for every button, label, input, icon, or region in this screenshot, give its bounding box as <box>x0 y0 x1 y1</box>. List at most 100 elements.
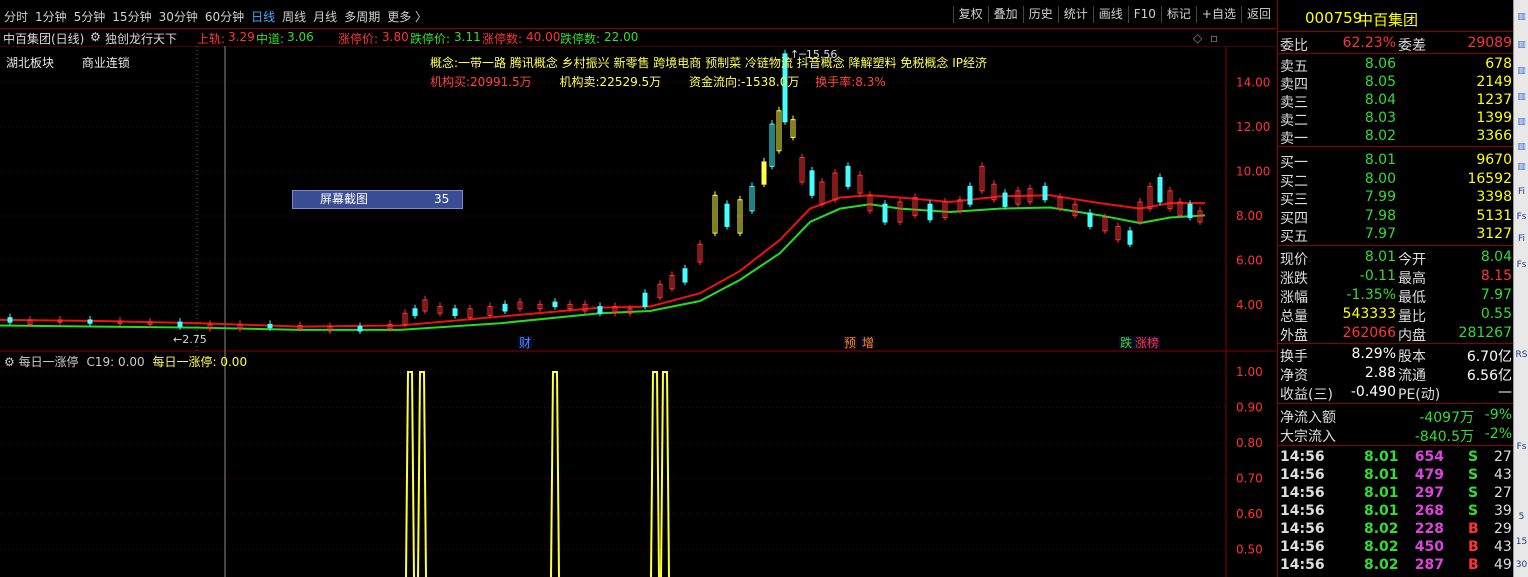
flow-label: 净流入额 <box>1280 410 1336 426</box>
weicha-value: 29089 <box>1467 35 1512 51</box>
event-marker-label: 预 <box>844 336 856 350</box>
ask-row[interactable]: 卖一 8.02 3366 <box>1278 127 1514 147</box>
fundamental-row: 净资 2.88 流通 6.56亿 <box>1278 364 1514 384</box>
tool-button[interactable]: 复权 <box>952 6 988 23</box>
chart-tool-icon[interactable]: ▥ <box>1515 115 1528 129</box>
tool-button[interactable]: 叠加 <box>987 6 1023 23</box>
limitup-signal-bar <box>417 371 427 577</box>
chart-tool-icon[interactable]: ▥ <box>1515 90 1528 104</box>
indicator-name[interactable]: 独创龙行天下 <box>105 30 177 47</box>
period-tab[interactable]: 5分钟 <box>74 8 106 25</box>
flow-label: 大宗流入 <box>1280 429 1336 445</box>
screenshot-overlay[interactable]: 屏幕截图 35 <box>292 190 463 209</box>
candle-body <box>87 319 93 324</box>
sidebar-tool-icon[interactable]: 15 <box>1515 535 1528 549</box>
limitdown-count-label: 跌停数: <box>560 32 601 46</box>
tool-button[interactable]: 历史 <box>1022 6 1058 23</box>
chart-tool-icon[interactable]: ▥ <box>1515 160 1528 174</box>
tick-volume: 297 <box>1414 485 1444 501</box>
sidebar-tool-icon[interactable]: 30 <box>1515 558 1528 572</box>
tick-time: 14:56 <box>1280 521 1325 537</box>
chart-tool-icon[interactable]: ▥ <box>1515 38 1528 52</box>
period-tab[interactable]: 周线 <box>282 8 306 25</box>
fundamental-row: 换手 8.29% 股本 6.70亿 <box>1278 345 1514 365</box>
tick-side: B <box>1468 539 1479 555</box>
gear-icon[interactable]: ⚙ <box>90 30 101 44</box>
flow-percent: -9% <box>1484 407 1512 423</box>
sidebar-tool-icon[interactable]: Fi <box>1515 185 1528 199</box>
stat-value: -1.35% <box>1346 287 1396 303</box>
period-tab[interactable]: 更多 〉 <box>387 8 427 25</box>
kline-chart: 14.00 12.00 10.00 8.00 6.00 4.00 1.00 0.90 0.80 0… <box>0 46 1276 577</box>
tool-button[interactable]: F10 <box>1127 6 1161 23</box>
ask-volume: 2149 <box>1476 74 1512 90</box>
gear-icon[interactable]: ⚙ <box>4 355 15 369</box>
candle-body <box>7 317 13 323</box>
quote-panel: 000759 中百集团 委比 62.23% 委差 29089 卖五 8.06 678 卖四 8.… <box>1277 0 1514 577</box>
period-tab[interactable]: 60分钟 <box>205 8 244 25</box>
period-tab[interactable]: 分时 <box>4 8 28 25</box>
industry-tag[interactable]: 商业连锁 <box>82 56 130 70</box>
bid-row[interactable]: 买二 8.00 16592 <box>1278 170 1514 190</box>
sidebar-tool-icon[interactable]: Fs <box>1515 258 1528 272</box>
app-root: 分时 1分钟 5分钟 15分钟 30分钟 60分钟 日线 周线 月线 多周期 更多 〉 复权 叠加 历史… <box>0 0 1528 577</box>
stock-title: 中百集团(日线) <box>3 32 85 46</box>
bid-row[interactable]: 买五 7.97 3127 <box>1278 225 1514 245</box>
sidebar-tool-icon[interactable]: 5 <box>1515 510 1528 524</box>
period-tab[interactable]: 15分钟 <box>112 8 151 25</box>
tick-price: 8.02 <box>1364 539 1399 555</box>
window-icon[interactable]: ▫ <box>1210 31 1218 45</box>
sub-axis-tick: 0.50 <box>1236 543 1263 557</box>
limitup-count-label: 涨停数: <box>482 32 523 46</box>
capital-flow-row: 大宗流入 -840.5万 -2% <box>1278 425 1514 445</box>
ask-volume: 1399 <box>1476 110 1512 126</box>
region-tag[interactable]: 湖北板块 <box>6 56 54 70</box>
fundamental-row: 收益(三) -0.490 PE(动) — <box>1278 383 1514 403</box>
ask-row[interactable]: 卖四 8.05 2149 <box>1278 73 1514 93</box>
stat-row: 现价 8.01 今开 8.04 <box>1278 248 1514 268</box>
ask-row[interactable]: 卖三 8.04 1237 <box>1278 91 1514 111</box>
tick-count: 43 <box>1494 539 1512 555</box>
stat-value: 7.97 <box>1480 287 1512 303</box>
tick-price: 8.01 <box>1364 485 1399 501</box>
turnover-rate: 换手率:8.3% <box>815 75 886 89</box>
bid-price: 7.99 <box>1364 189 1396 205</box>
chart-tool-icon[interactable]: ▥ <box>1515 140 1528 154</box>
sidebar-tool-icon[interactable]: RS <box>1515 348 1528 362</box>
ask-row[interactable]: 卖二 8.03 1399 <box>1278 109 1514 129</box>
period-tab[interactable]: 月线 <box>313 8 337 25</box>
bid-row[interactable]: 买四 7.98 5131 <box>1278 207 1514 227</box>
tool-button[interactable]: 标记 <box>1160 6 1196 23</box>
stat-value: 0.55 <box>1480 306 1512 322</box>
chart-tool-icon[interactable]: ▥ <box>1515 10 1528 24</box>
period-tab[interactable]: 30分钟 <box>159 8 198 25</box>
bid-row[interactable]: 买三 7.99 3398 <box>1278 188 1514 208</box>
sidebar-tool-icon[interactable]: Fs <box>1515 210 1528 224</box>
tick-volume: 654 <box>1414 449 1444 465</box>
tool-button[interactable]: 返回 <box>1240 6 1276 23</box>
sidebar-tool-icon[interactable]: Fi <box>1515 232 1528 246</box>
stat-row: 外盘 262066 内盘 281267 <box>1278 324 1514 344</box>
sidebar-tool-icon[interactable]: Fs <box>1515 440 1528 454</box>
fund-value: — <box>1498 384 1512 400</box>
stat-value: 8.04 <box>1480 249 1512 265</box>
sub-indicator-title[interactable]: 每日一涨停 <box>19 355 79 369</box>
stat-row: 总量 543333 量比 0.55 <box>1278 305 1514 325</box>
tool-button[interactable]: 统计 <box>1057 6 1093 23</box>
diamond-icon[interactable]: ◇ <box>1193 31 1202 45</box>
chart-tool-icon[interactable]: ▥ <box>1515 64 1528 78</box>
low-annotation: ←2.75 <box>173 333 207 346</box>
candle-body <box>1087 212 1093 227</box>
tool-button[interactable]: 画线 <box>1092 6 1128 23</box>
tool-button[interactable]: +自选 <box>1195 6 1241 23</box>
bid-row[interactable]: 买一 8.01 9670 <box>1278 151 1514 171</box>
tick-count: 27 <box>1494 485 1512 501</box>
period-tab[interactable]: 日线 <box>251 8 275 25</box>
fund-value: -0.490 <box>1350 384 1396 400</box>
period-tab[interactable]: 多周期 <box>344 8 380 25</box>
candle-body <box>809 170 815 196</box>
capital-flow-row: 净流入额 -4097万 -9% <box>1278 406 1514 426</box>
period-tab[interactable]: 1分钟 <box>35 8 67 25</box>
ask-row[interactable]: 卖五 8.06 678 <box>1278 55 1514 75</box>
tick-volume: 287 <box>1414 557 1444 573</box>
